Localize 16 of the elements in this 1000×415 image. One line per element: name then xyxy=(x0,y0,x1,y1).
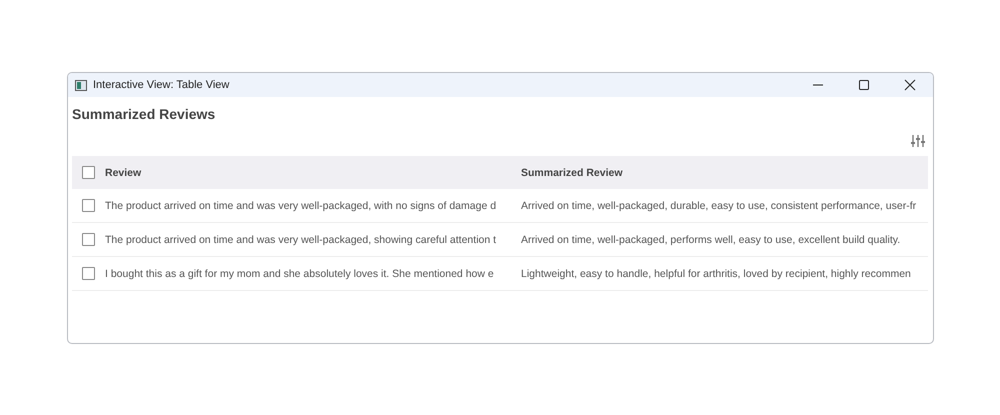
page-heading: Summarized Reviews xyxy=(72,106,216,122)
app-icon xyxy=(75,80,87,90)
table-cell-text: The product arrived on time and was very well-packaged, showing careful attention t xyxy=(105,234,498,246)
table-cell-text: Lightweight, easy to handle, helpful for arthritis, loved by recipient, highly recommen xyxy=(521,268,912,280)
column-header[interactable]: Summarized Review xyxy=(521,166,933,178)
sliders-icon[interactable] xyxy=(911,134,925,148)
table-cell-text: I bought this as a gift for my mom and she absolutely loves it. She mentioned how e xyxy=(105,268,495,280)
column-header[interactable]: Review xyxy=(105,166,521,178)
table-cell-text: The product arrived on time and was very well-packaged, with no signs of damage d xyxy=(105,200,498,212)
row-checkbox[interactable] xyxy=(82,267,95,280)
table-cell-text: Arrived on time, well-packaged, durable, easy to use, consistent performance, user-fr xyxy=(521,200,918,212)
window-title: Interactive View: Table View xyxy=(93,79,230,91)
select-all-checkbox[interactable] xyxy=(82,166,95,179)
table-cell-text: Arrived on time, well-packaged, performs well, easy to use, excellent build quality. xyxy=(521,234,902,246)
row-checkbox[interactable] xyxy=(82,199,95,212)
row-checkbox[interactable] xyxy=(82,233,95,246)
